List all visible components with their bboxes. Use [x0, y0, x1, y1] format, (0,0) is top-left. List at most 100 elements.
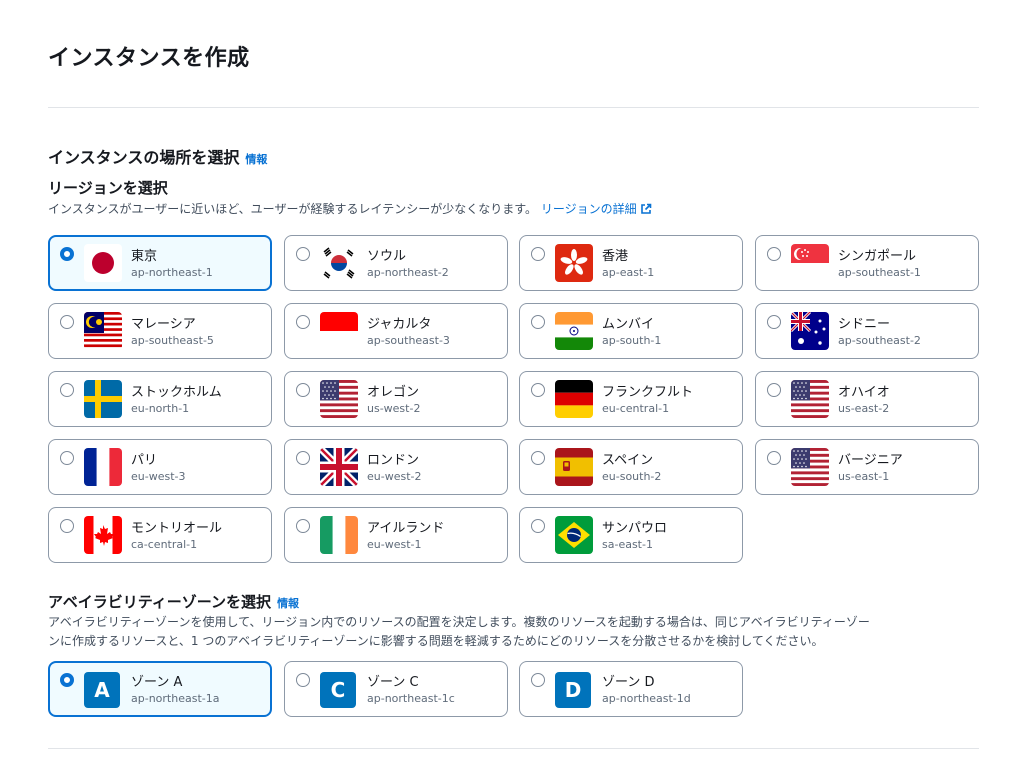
france-flag-icon	[84, 448, 122, 486]
malaysia-flag-icon	[84, 312, 122, 350]
option-code: ap-northeast-1c	[367, 692, 455, 705]
header-divider	[48, 107, 979, 108]
radio-button[interactable]	[767, 315, 781, 329]
radio-button[interactable]	[60, 451, 74, 465]
region-card-eu-west-3[interactable]: パリ eu-west-3	[48, 439, 272, 495]
option-name: 香港	[602, 249, 629, 264]
australia-flag-icon	[791, 312, 829, 350]
footer-divider	[48, 748, 979, 749]
radio-button[interactable]	[296, 673, 310, 687]
radio-button[interactable]	[531, 673, 545, 687]
region-card-ap-northeast-1[interactable]: 東京 ap-northeast-1	[48, 235, 272, 291]
option-name: ゾーン A	[131, 675, 183, 690]
option-name: フランクフルト	[602, 385, 694, 400]
radio-button[interactable]	[531, 247, 545, 261]
zone-letter-icon: A	[84, 672, 120, 708]
external-link-icon	[640, 202, 652, 221]
spain-flag-icon	[555, 448, 593, 486]
option-name: マレーシア	[131, 317, 196, 332]
location-title-text: インスタンスの場所を選択	[48, 148, 240, 167]
region-card-ap-southeast-2[interactable]: シドニー ap-southeast-2	[755, 303, 979, 359]
radio-button[interactable]	[60, 383, 74, 397]
usa-flag-icon	[791, 380, 829, 418]
region-card-us-east-2[interactable]: オハイオ us-east-2	[755, 371, 979, 427]
region-card-eu-north-1[interactable]: ストックホルム eu-north-1	[48, 371, 272, 427]
radio-button[interactable]	[296, 315, 310, 329]
az-card-ap-northeast-1c[interactable]: C ゾーン C ap-northeast-1c	[284, 661, 508, 717]
radio-button[interactable]	[767, 247, 781, 261]
option-code: eu-north-1	[131, 402, 190, 415]
region-card-ap-southeast-1[interactable]: シンガポール ap-southeast-1	[755, 235, 979, 291]
region-card-us-east-1[interactable]: バージニア us-east-1	[755, 439, 979, 495]
location-info-link[interactable]: 情報	[245, 153, 267, 166]
radio-button[interactable]	[531, 383, 545, 397]
option-code: ap-northeast-1	[131, 266, 213, 279]
option-name: オハイオ	[838, 385, 890, 400]
south-korea-flag-icon	[320, 244, 358, 282]
option-code: ap-southeast-3	[367, 334, 450, 347]
sweden-flag-icon	[84, 380, 122, 418]
region-card-ca-central-1[interactable]: モントリオール ca-central-1	[48, 507, 272, 563]
option-name: 東京	[131, 249, 158, 264]
option-code: us-east-1	[838, 470, 890, 483]
region-card-us-west-2[interactable]: オレゴン us-west-2	[284, 371, 508, 427]
region-card-eu-central-1[interactable]: フランクフルト eu-central-1	[519, 371, 743, 427]
region-card-sa-east-1[interactable]: サンパウロ sa-east-1	[519, 507, 743, 563]
option-code: ap-east-1	[602, 266, 655, 279]
ireland-flag-icon	[320, 516, 358, 554]
option-name: サンパウロ	[602, 521, 668, 536]
region-card-ap-southeast-5[interactable]: マレーシア ap-southeast-5	[48, 303, 272, 359]
option-name: アイルランド	[367, 521, 445, 536]
uk-flag-icon	[320, 448, 358, 486]
option-name: ゾーン C	[367, 675, 419, 690]
az-description: アベイラビリティーゾーンを使用して、リージョン内でのリソースの配置を決定します。…	[48, 613, 870, 651]
option-code: eu-central-1	[602, 402, 670, 415]
option-code: ap-northeast-1d	[602, 692, 691, 705]
option-code: ap-northeast-2	[367, 266, 449, 279]
az-card-ap-northeast-1d[interactable]: D ゾーン D ap-northeast-1d	[519, 661, 743, 717]
option-name: ゾーン D	[602, 675, 655, 690]
az-section-title: アベイラビリティーゾーンを選択 情報	[48, 591, 299, 612]
radio-button[interactable]	[767, 451, 781, 465]
radio-button[interactable]	[60, 673, 74, 687]
radio-button[interactable]	[531, 451, 545, 465]
az-info-link[interactable]: 情報	[277, 597, 299, 610]
az-card-ap-northeast-1a[interactable]: A ゾーン A ap-northeast-1a	[48, 661, 272, 717]
germany-flag-icon	[555, 380, 593, 418]
radio-button[interactable]	[296, 247, 310, 261]
radio-button[interactable]	[60, 519, 74, 533]
option-code: us-east-2	[838, 402, 890, 415]
az-description-line2: ンに作成するリソースと、1 つのアベイラビリティーゾーンに影響する問題を軽減する…	[48, 634, 824, 648]
region-details-link[interactable]: リージョンの詳細	[541, 202, 652, 216]
option-name: シドニー	[838, 317, 891, 332]
region-details-label[interactable]: リージョンの詳細	[541, 202, 637, 216]
india-flag-icon	[555, 312, 593, 350]
radio-button[interactable]	[296, 383, 310, 397]
option-code: ap-southeast-2	[838, 334, 921, 347]
region-title: リージョンを選択	[48, 179, 168, 197]
option-name: ムンバイ	[602, 317, 655, 332]
radio-button[interactable]	[296, 451, 310, 465]
radio-button[interactable]	[767, 383, 781, 397]
region-card-eu-west-1[interactable]: アイルランド eu-west-1	[284, 507, 508, 563]
option-code: ap-southeast-5	[131, 334, 214, 347]
option-code: ap-southeast-1	[838, 266, 921, 279]
region-card-ap-south-1[interactable]: ムンバイ ap-south-1	[519, 303, 743, 359]
page-title: インスタンスを作成	[48, 46, 250, 71]
radio-button[interactable]	[60, 315, 74, 329]
region-card-ap-east-1[interactable]: 香港 ap-east-1	[519, 235, 743, 291]
canada-flag-icon	[84, 516, 122, 554]
radio-button[interactable]	[296, 519, 310, 533]
singapore-flag-icon	[791, 244, 829, 282]
option-name: パリ	[131, 453, 158, 468]
indonesia-flag-icon	[320, 312, 358, 350]
radio-button[interactable]	[531, 519, 545, 533]
region-card-ap-southeast-3[interactable]: ジャカルタ ap-southeast-3	[284, 303, 508, 359]
region-card-eu-west-2[interactable]: ロンドン eu-west-2	[284, 439, 508, 495]
option-name: ストックホルム	[131, 385, 222, 400]
radio-button[interactable]	[60, 247, 74, 261]
option-code: us-west-2	[367, 402, 421, 415]
region-card-eu-south-2[interactable]: スペイン eu-south-2	[519, 439, 743, 495]
radio-button[interactable]	[531, 315, 545, 329]
region-card-ap-northeast-2[interactable]: ソウル ap-northeast-2	[284, 235, 508, 291]
